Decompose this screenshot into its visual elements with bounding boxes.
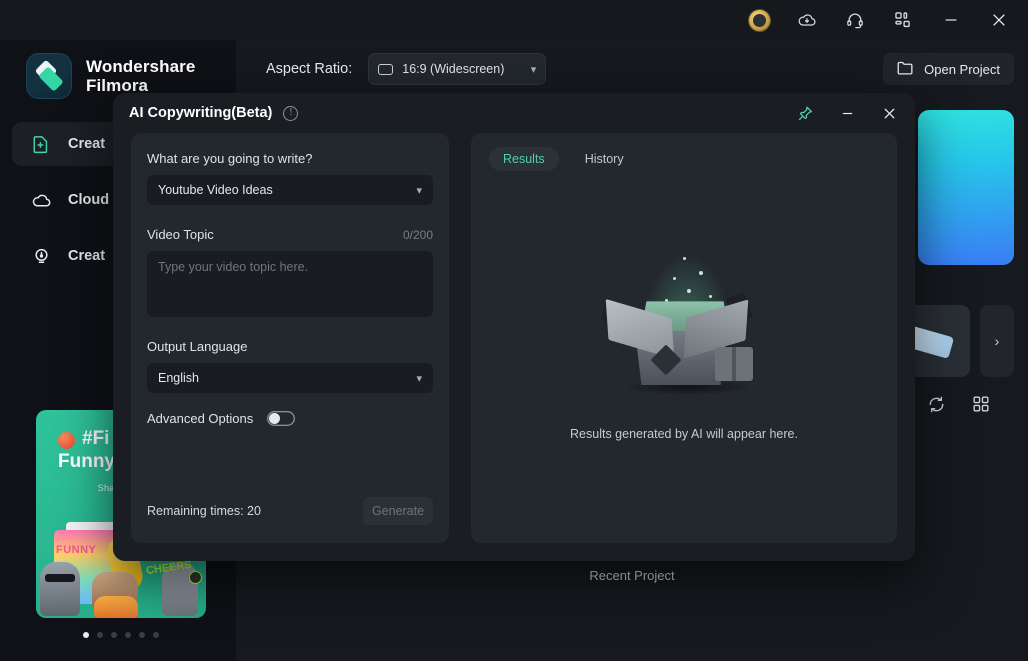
promo-title-line-2: Funny xyxy=(58,451,115,473)
sparkle xyxy=(687,289,691,293)
close-icon[interactable] xyxy=(879,103,899,123)
advanced-options-label: Advanced Options xyxy=(147,411,253,426)
avatar-inner xyxy=(753,14,766,27)
tab-results[interactable]: Results xyxy=(489,147,559,171)
promo-art-cat xyxy=(40,562,80,616)
toggle-knob xyxy=(269,413,280,424)
new-project-icon xyxy=(30,133,52,155)
sparkle xyxy=(709,295,712,298)
advanced-options-row: Advanced Options xyxy=(147,411,433,426)
chevron-down-icon: ▾ xyxy=(416,372,422,385)
carousel-dots xyxy=(36,632,206,638)
info-icon[interactable]: ! xyxy=(283,106,298,121)
cloud-icon xyxy=(30,189,52,211)
pin-icon[interactable] xyxy=(795,103,815,123)
small-box-light xyxy=(715,347,753,381)
video-topic-counter: 0/200 xyxy=(403,228,433,242)
promo-art-badge xyxy=(189,571,202,584)
generate-button[interactable]: Generate xyxy=(363,497,433,525)
dialog-title: AI Copywriting(Beta) xyxy=(129,105,272,121)
prompt-type-label: What are you going to write? xyxy=(147,151,433,166)
promo-title-line-1: #Fi xyxy=(82,428,109,450)
tab-history[interactable]: History xyxy=(571,147,638,171)
filmora-window: Wondershare Filmora Creat xyxy=(0,0,1028,661)
idea-bulb-icon xyxy=(30,245,52,267)
project-template-card[interactable] xyxy=(918,110,1014,265)
sparkle xyxy=(699,271,703,275)
promo-emoji-icon xyxy=(58,432,75,449)
open-project-button[interactable]: Open Project xyxy=(883,53,1014,85)
apps-grid-icon[interactable] xyxy=(888,5,918,35)
sidebar-item-label: Creat xyxy=(68,248,105,264)
open-project-label: Open Project xyxy=(924,62,1000,77)
sidebar-item-label: Cloud xyxy=(68,192,109,208)
results-empty-caption: Results generated by AI will appear here… xyxy=(570,427,798,441)
promo-art-burger xyxy=(94,596,138,618)
cloud-download-icon[interactable] xyxy=(792,5,822,35)
main-topbar: Aspect Ratio: 16:9 (Widescreen) ▾ Open P… xyxy=(236,40,1028,98)
chevron-right-icon: › xyxy=(995,333,1000,349)
ai-copywriting-dialog: AI Copywriting(Beta) ! xyxy=(113,93,915,561)
output-language-label: Output Language xyxy=(147,339,433,354)
brand-text: Wondershare Filmora xyxy=(86,57,195,95)
brand-line-1: Wondershare xyxy=(86,57,195,76)
prompt-type-value: Youtube Video Ideas xyxy=(158,183,273,197)
output-language-select[interactable]: English ▾ xyxy=(147,363,433,393)
minimize-icon[interactable] xyxy=(936,5,966,35)
next-projects-button[interactable]: › xyxy=(980,305,1014,377)
folder-icon xyxy=(897,61,914,78)
output-language-value: English xyxy=(158,371,199,385)
sparkle xyxy=(683,257,686,260)
dialog-action-group xyxy=(795,103,903,123)
carousel-dot[interactable] xyxy=(153,632,159,638)
close-icon[interactable] xyxy=(984,5,1014,35)
video-topic-label: Video Topic xyxy=(147,227,214,242)
aspect-ratio-select[interactable]: 16:9 (Widescreen) ▾ xyxy=(368,53,546,85)
carousel-dot[interactable] xyxy=(125,632,131,638)
titlebar-left-spacer xyxy=(0,0,236,40)
avatar xyxy=(749,10,770,31)
dialog-body: What are you going to write? Youtube Vid… xyxy=(113,133,915,561)
chevron-down-icon: ▾ xyxy=(531,63,537,76)
minimize-icon[interactable] xyxy=(837,103,857,123)
filmora-logo-icon xyxy=(26,53,72,99)
project-view-controls xyxy=(927,395,990,419)
support-headset-icon[interactable] xyxy=(840,5,870,35)
video-topic-input[interactable]: Type your video topic here. xyxy=(147,251,433,317)
titlebar-icon-group xyxy=(744,5,1028,35)
prompt-type-select[interactable]: Youtube Video Ideas ▾ xyxy=(147,175,433,205)
carousel-dot[interactable] xyxy=(139,632,145,638)
aspect-ratio-label: Aspect Ratio: xyxy=(266,61,352,77)
sidebar-item-label: Creat xyxy=(68,136,105,152)
dialog-titlebar: AI Copywriting(Beta) ! xyxy=(113,93,915,133)
tab-label: History xyxy=(585,152,624,166)
results-empty-state: Results generated by AI will appear here… xyxy=(471,253,897,441)
open-box-sparkles-icon xyxy=(589,253,779,403)
copywriting-form-panel: What are you going to write? Youtube Vid… xyxy=(131,133,449,543)
carousel-dot[interactable] xyxy=(83,632,89,638)
window-titlebar xyxy=(0,0,1028,40)
chevron-down-icon: ▾ xyxy=(416,184,422,197)
sparkle xyxy=(673,277,676,280)
refresh-icon[interactable] xyxy=(927,395,946,419)
advanced-options-toggle[interactable] xyxy=(267,411,295,426)
form-footer: Remaining times: 20 Generate xyxy=(147,479,433,543)
carousel-dot[interactable] xyxy=(111,632,117,638)
video-topic-header: Video Topic 0/200 xyxy=(147,227,433,251)
recent-project-heading: Recent Project xyxy=(236,568,1028,583)
carousel-dot[interactable] xyxy=(97,632,103,638)
promo-art-funny-label: FUNNY xyxy=(56,544,96,556)
results-tabs: Results History xyxy=(489,147,881,171)
results-panel: Results History xyxy=(471,133,897,543)
grid-view-icon[interactable] xyxy=(972,395,990,419)
aspect-ratio-value: 16:9 (Widescreen) xyxy=(402,62,504,76)
remaining-times-label: Remaining times: 20 xyxy=(147,504,261,518)
tab-label: Results xyxy=(503,152,545,166)
account-avatar[interactable] xyxy=(744,5,774,35)
screen-icon xyxy=(378,64,393,75)
